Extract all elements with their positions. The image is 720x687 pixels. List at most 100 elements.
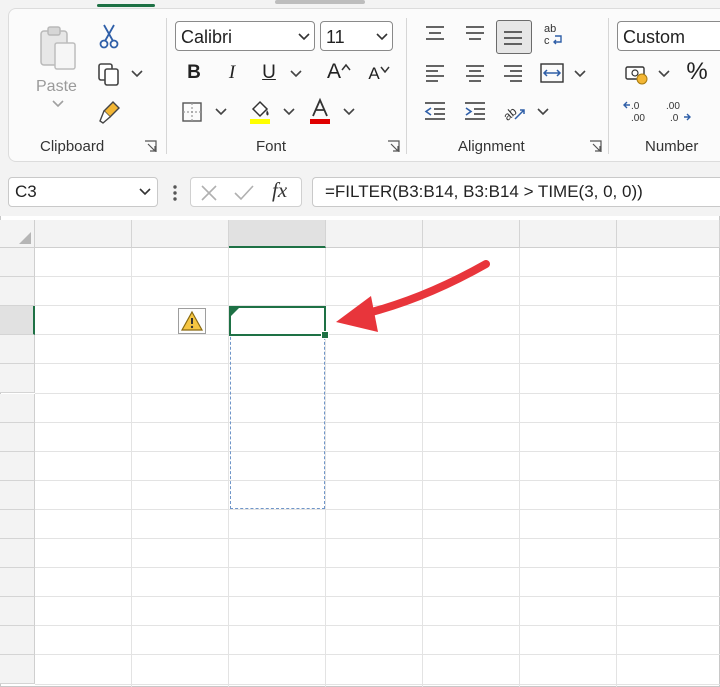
number-format-combo[interactable]: Custom	[617, 21, 720, 51]
font-size-combo[interactable]: 11	[320, 21, 393, 51]
column-header-e[interactable]	[423, 220, 520, 248]
gridline	[519, 248, 520, 687]
fill-color-dropdown-icon[interactable]	[283, 108, 295, 116]
cell-a12[interactable]	[35, 568, 126, 597]
column-header-g[interactable]	[617, 220, 720, 248]
font-launcher-icon[interactable]	[387, 140, 400, 153]
worksheet-grid	[0, 220, 720, 687]
column-header-b[interactable]	[132, 220, 229, 248]
font-name-value: Calibri	[181, 27, 233, 47]
insert-function-button[interactable]: fx	[272, 178, 287, 203]
cell-c3[interactable]	[229, 306, 326, 335]
orientation-dropdown-icon[interactable]	[537, 108, 549, 116]
align-top-icon[interactable]	[422, 22, 448, 44]
cell-b7[interactable]	[132, 423, 223, 452]
enter-check-icon[interactable]	[232, 182, 256, 204]
align-center-icon[interactable]	[462, 62, 488, 84]
paste-dropdown-icon[interactable]	[52, 100, 64, 108]
borders-dropdown-icon[interactable]	[215, 108, 227, 116]
bold-button[interactable]: B	[184, 62, 204, 84]
row-header-3[interactable]	[0, 306, 35, 336]
gridline	[35, 683, 720, 685]
cell-b12[interactable]	[132, 568, 223, 597]
decrease-decimal-icon[interactable]: .00 .0	[664, 98, 692, 124]
accounting-format-icon[interactable]	[622, 62, 650, 86]
row-header-6[interactable]	[0, 393, 35, 423]
more-options-icon[interactable]	[170, 184, 180, 202]
alignment-launcher-icon[interactable]	[589, 140, 602, 153]
merge-center-icon[interactable]	[538, 60, 566, 86]
row-header-4[interactable]	[0, 335, 35, 365]
cell-a9[interactable]	[35, 481, 126, 510]
row-header-15[interactable]	[0, 655, 35, 685]
cell-b11[interactable]	[132, 539, 223, 568]
cell-a10[interactable]	[35, 510, 126, 539]
cell-a6[interactable]	[35, 394, 126, 423]
underline-button[interactable]: U	[259, 62, 279, 84]
underline-dropdown-icon[interactable]	[290, 70, 302, 78]
cell-b10[interactable]	[132, 510, 223, 539]
paste-icon[interactable]	[34, 22, 82, 74]
align-middle-icon[interactable]	[462, 22, 488, 44]
font-color-icon[interactable]	[306, 96, 334, 126]
cell-a7[interactable]	[35, 423, 126, 452]
copy-dropdown-icon[interactable]	[131, 70, 143, 78]
fill-color-icon[interactable]	[246, 96, 274, 126]
italic-button[interactable]: I	[222, 62, 242, 84]
cell-a4[interactable]	[35, 335, 126, 364]
column-header-c[interactable]	[229, 220, 326, 248]
format-painter-icon[interactable]	[96, 98, 124, 126]
row-header-1[interactable]	[0, 248, 35, 278]
wrap-text-icon[interactable]: ab c	[540, 20, 568, 48]
copy-icon[interactable]	[94, 60, 124, 88]
clipboard-group-label: Clipboard	[40, 138, 105, 155]
increase-decimal-icon[interactable]: .0 .00	[622, 98, 650, 124]
align-right-icon[interactable]	[500, 62, 526, 84]
name-box[interactable]: C3	[8, 177, 158, 207]
clipboard-launcher-icon[interactable]	[144, 140, 157, 153]
paste-label[interactable]: Paste	[36, 78, 77, 96]
column-header-a[interactable]	[35, 220, 132, 248]
cell-b4[interactable]	[132, 335, 223, 364]
cell-b5[interactable]	[132, 364, 223, 393]
row-header-14[interactable]	[0, 626, 35, 656]
row-header-7[interactable]	[0, 422, 35, 452]
cell-b6[interactable]	[132, 394, 223, 423]
row-header-9[interactable]	[0, 480, 35, 510]
gridline	[616, 248, 617, 687]
cell-a8[interactable]	[35, 452, 126, 481]
increase-indent-icon[interactable]	[462, 100, 488, 122]
cell-b9[interactable]	[132, 481, 223, 510]
cell-a3[interactable]	[35, 306, 126, 335]
merge-dropdown-icon[interactable]	[574, 70, 586, 78]
cut-icon[interactable]	[96, 22, 122, 50]
row-header-13[interactable]	[0, 597, 35, 627]
column-header-d[interactable]	[326, 220, 423, 248]
decrease-indent-icon[interactable]	[422, 100, 448, 122]
orientation-icon[interactable]: ab	[500, 98, 528, 124]
cell-b13[interactable]	[132, 597, 223, 626]
row-header-5[interactable]	[0, 364, 35, 394]
cell-b14[interactable]	[132, 626, 223, 655]
borders-icon[interactable]	[180, 100, 204, 124]
row-header-2[interactable]	[0, 277, 35, 307]
accounting-dropdown-icon[interactable]	[658, 70, 670, 78]
cell-a11[interactable]	[35, 539, 126, 568]
percent-style-button[interactable]: %	[684, 58, 710, 86]
row-header-10[interactable]	[0, 509, 35, 539]
align-left-icon[interactable]	[422, 62, 448, 84]
select-all-button[interactable]	[0, 220, 35, 248]
row-header-12[interactable]	[0, 568, 35, 598]
row-header-8[interactable]	[0, 451, 35, 481]
cell-a13[interactable]	[35, 597, 126, 626]
cancel-icon[interactable]	[198, 182, 220, 204]
cell-b8[interactable]	[132, 452, 223, 481]
row-header-11[interactable]	[0, 539, 35, 569]
cell-a5[interactable]	[35, 364, 126, 393]
error-options-button[interactable]	[178, 308, 206, 335]
cell-a14[interactable]	[35, 626, 126, 655]
font-color-dropdown-icon[interactable]	[343, 108, 355, 116]
font-name-combo[interactable]: Calibri	[175, 21, 315, 51]
formula-input[interactable]: =FILTER(B3:B14, B3:B14 > TIME(3, 0, 0))	[312, 177, 720, 207]
column-header-f[interactable]	[520, 220, 617, 248]
